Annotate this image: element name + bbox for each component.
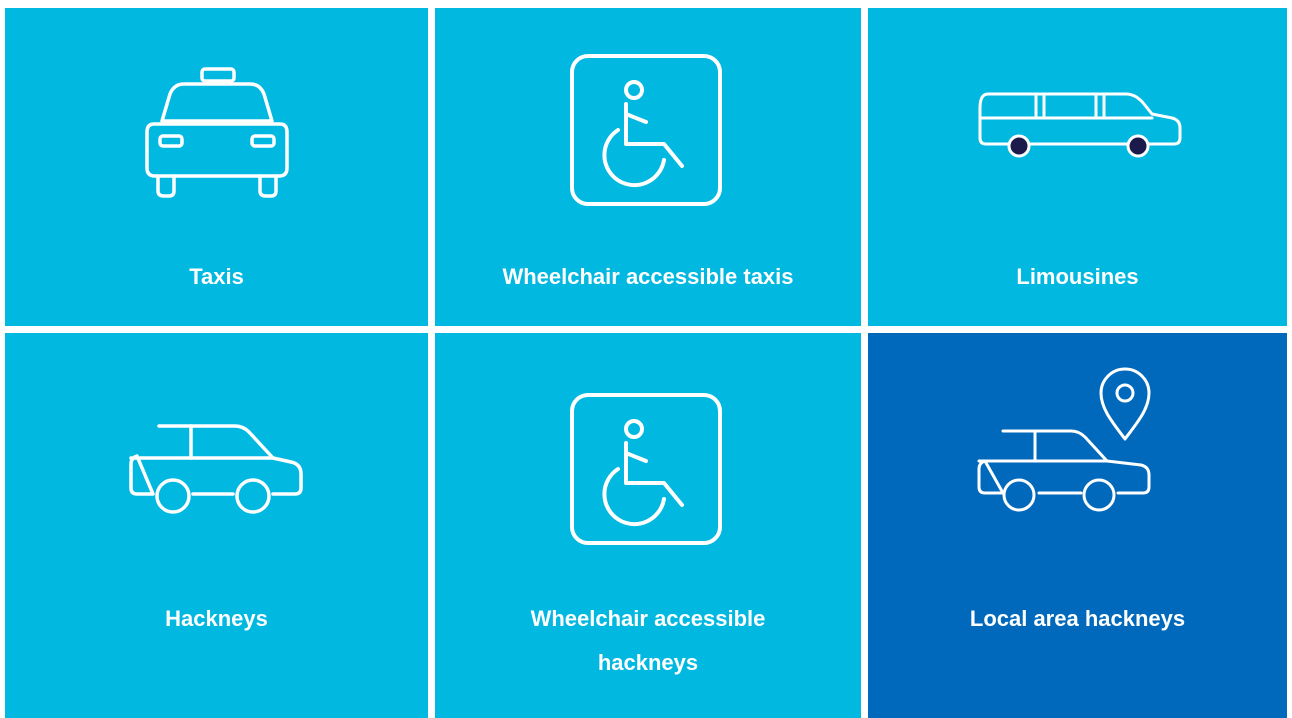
wheelchair-icon <box>568 391 724 547</box>
tile-local-area-hackneys[interactable]: Local area hackneys <box>868 333 1287 718</box>
tile-label: Local area hackneys <box>969 606 1186 631</box>
tile-label: Hackneys <box>165 606 268 631</box>
tile-hackneys[interactable]: Hackneys <box>5 333 428 718</box>
tile-label: Wheelchair accessible taxis <box>502 264 794 289</box>
tile-label: Taxis <box>189 264 244 289</box>
tile-label: Wheelchair accessible hackneys <box>530 606 766 675</box>
car-icon <box>123 418 313 518</box>
limousine-icon <box>976 88 1186 168</box>
tile-wheelchair-taxis[interactable]: Wheelchair accessible taxis <box>435 8 861 326</box>
taxi-icon <box>132 66 302 206</box>
tile-label: Limousines <box>1016 264 1139 289</box>
tile-limousines[interactable]: Limousines <box>868 8 1287 326</box>
wheelchair-icon <box>568 52 724 208</box>
vehicle-type-grid: Taxis Wheelchair accessible taxis Limous… <box>0 0 1292 718</box>
tile-taxis[interactable]: Taxis <box>5 8 428 326</box>
car-location-icon <box>973 363 1168 523</box>
tile-wheelchair-hackneys[interactable]: Wheelchair accessible hackneys <box>435 333 861 718</box>
